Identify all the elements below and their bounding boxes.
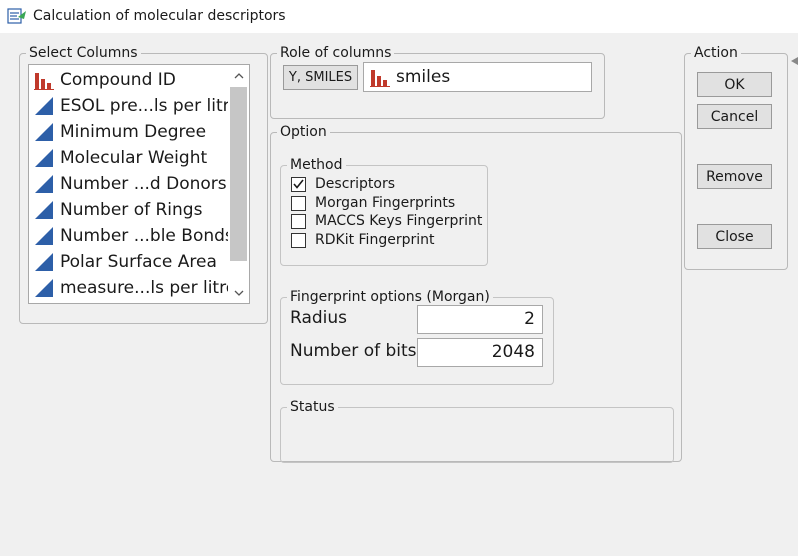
window-title: Calculation of molecular descriptors (33, 8, 286, 24)
rdkit-fingerprint-option[interactable]: RDKit Fingerprint (291, 231, 434, 249)
method-group: Method Descriptors Morgan Fingerprints M… (280, 157, 488, 266)
assigned-column-field[interactable]: smiles (363, 62, 592, 92)
close-button[interactable]: Close (697, 224, 772, 249)
status-legend: Status (290, 399, 335, 415)
scroll-down-button[interactable] (228, 283, 249, 303)
action-group: Action OK Cancel Remove Close (684, 45, 788, 270)
number-of-bits-input[interactable]: 2048 (417, 338, 543, 367)
y-smiles-role-button[interactable]: Y, SMILES (283, 65, 358, 90)
descriptors-label: Descriptors (315, 176, 396, 192)
remove-button[interactable]: Remove (697, 164, 772, 189)
chevron-up-icon (234, 72, 243, 78)
status-text (287, 418, 667, 464)
continuous-column-icon (35, 175, 53, 193)
column-label: Compound ID (60, 70, 176, 90)
fingerprint-options-legend: Fingerprint options (Morgan) (290, 289, 490, 305)
list-scrollbar[interactable] (228, 65, 249, 303)
descriptors-checkbox[interactable] (291, 176, 306, 192)
radius-input[interactable]: 2 (417, 305, 543, 334)
continuous-column-icon (35, 123, 53, 141)
column-label: Number ...ble Bonds (60, 226, 234, 246)
option-legend: Option (280, 124, 327, 140)
column-label: measure...ls per litre (60, 278, 237, 298)
continuous-column-icon (35, 253, 53, 271)
list-item[interactable]: Minimum Degree (29, 119, 225, 145)
list-item[interactable]: Number ...ble Bonds (29, 223, 234, 249)
column-label: Minimum Degree (60, 122, 207, 142)
continuous-column-icon (35, 97, 53, 115)
action-legend: Action (694, 45, 738, 61)
list-item[interactable]: ESOL pre...ls per litre (29, 93, 240, 119)
continuous-column-icon (35, 149, 53, 167)
radius-label: Radius (290, 308, 348, 328)
select-columns-group: Select Columns Compound ID ESOL pre...ls… (19, 45, 268, 324)
list-item[interactable]: measure...ls per litre (29, 275, 236, 301)
column-label: Number of Rings (60, 200, 203, 220)
select-columns-legend: Select Columns (29, 45, 138, 61)
cancel-button[interactable]: Cancel (697, 104, 772, 129)
expand-triangle-icon[interactable] (791, 57, 798, 65)
column-label: Polar Surface Area (60, 252, 217, 272)
column-label: Number ...d Donors (60, 174, 227, 194)
number-of-bits-label: Number of bits (290, 341, 417, 361)
ok-button[interactable]: OK (697, 72, 772, 97)
chevron-down-icon (234, 290, 243, 296)
status-group: Status (280, 399, 674, 463)
morgan-fingerprints-label: Morgan Fingerprints (315, 195, 456, 211)
nominal-column-icon (34, 73, 54, 90)
maccs-keys-option[interactable]: MACCS Keys Fingerprint (291, 212, 482, 230)
morgan-fingerprints-option[interactable]: Morgan Fingerprints (291, 194, 455, 212)
maccs-keys-label: MACCS Keys Fingerprint (315, 213, 483, 229)
assigned-column-label: smiles (396, 67, 451, 87)
descriptor-app-icon (7, 8, 26, 24)
list-item[interactable]: Number ...d Donors (29, 171, 227, 197)
method-legend: Method (290, 157, 343, 173)
column-label: ESOL pre...ls per litre (60, 96, 240, 116)
column-list[interactable]: Compound ID ESOL pre...ls per litre Mini… (28, 64, 250, 304)
list-item[interactable]: Number of Rings (29, 197, 225, 223)
list-item[interactable]: Molecular Weight (29, 145, 225, 171)
role-of-columns-legend: Role of columns (280, 45, 392, 61)
descriptors-option[interactable]: Descriptors (291, 175, 395, 193)
morgan-fingerprints-checkbox[interactable] (291, 195, 306, 211)
nominal-column-icon (370, 70, 390, 87)
continuous-column-icon (35, 227, 53, 245)
continuous-column-icon (35, 201, 53, 219)
scroll-up-button[interactable] (228, 65, 249, 85)
column-label: Molecular Weight (60, 148, 208, 168)
rdkit-fingerprint-checkbox[interactable] (291, 232, 306, 248)
title-bar: Calculation of molecular descriptors (0, 0, 798, 33)
list-item[interactable]: Compound ID (29, 67, 225, 93)
role-of-columns-group: Role of columns Y, SMILES smiles (270, 45, 605, 119)
list-item[interactable]: Polar Surface Area (29, 249, 225, 275)
option-group: Option Method Descriptors Morgan Fingerp… (270, 124, 682, 463)
scroll-thumb[interactable] (230, 87, 247, 261)
checkmark-icon (293, 179, 304, 189)
rdkit-fingerprint-label: RDKit Fingerprint (315, 232, 435, 248)
continuous-column-icon (35, 279, 53, 297)
fingerprint-options-group: Fingerprint options (Morgan) Radius 2 Nu… (280, 289, 554, 385)
maccs-keys-checkbox[interactable] (291, 213, 306, 229)
